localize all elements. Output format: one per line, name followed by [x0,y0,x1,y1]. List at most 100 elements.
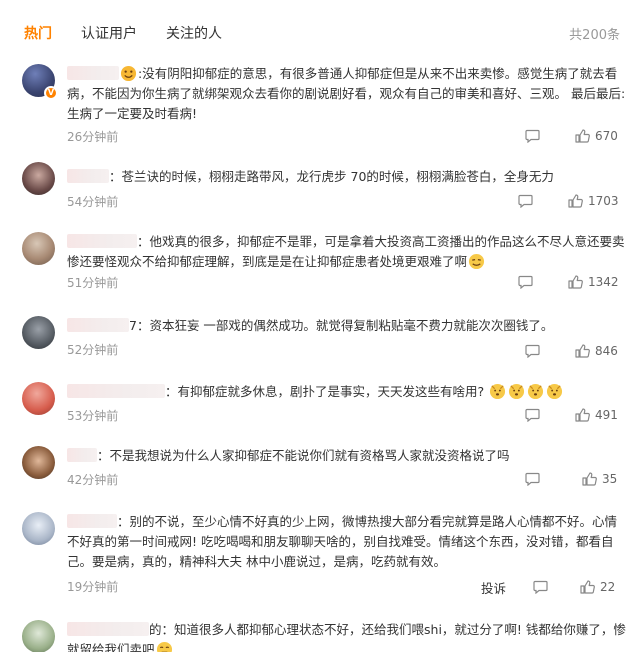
speech-bubble-icon [525,408,540,422]
speech-bubble-icon [518,275,533,289]
like-count: 491 [595,408,618,422]
like-button[interactable]: 491 [575,408,618,422]
comment-text-block: 的：知道很多人都抑郁心理状态不好，还给我们喂shi，就过分了啊! 钱都给你赚了，… [67,620,629,652]
comment-text-block: ：苍兰诀的时候，栩栩走路带风，龙行虎步 70的时候，栩栩满脸苍白，全身无力 [67,167,629,187]
reply-button[interactable] [525,472,540,486]
like-button[interactable]: 1342 [568,275,619,289]
comment-time: 51分钟前 [67,276,119,290]
comment-time: 54分钟前 [67,195,119,209]
speech-bubble-icon [525,472,540,486]
comment-list: V :没有阴阳抑郁症的意思，有很多普通人抑郁症但是从来不出来卖惨。感觉生病了就去… [0,64,643,652]
smiley-emoji-icon [528,383,544,400]
comment-item: ：别的不说，至少心情不好真的少上网，微博热搜大部分看完就算是路人心情都不好。心情… [0,512,643,598]
reply-button[interactable] [525,408,540,422]
report-button[interactable]: 投诉 [481,578,506,597]
avatar[interactable] [22,512,55,545]
like-button[interactable]: 846 [575,344,618,358]
comment-time: 53分钟前 [67,409,119,423]
avatar[interactable] [22,316,55,349]
comment-text: 有抑郁症就多休息，剧扑了是事实，天天发这些有啥用? [177,384,485,399]
speech-bubble-icon [518,194,533,208]
thumbs-up-icon [582,472,597,486]
like-count: 1703 [588,194,619,208]
like-button[interactable]: 35 [582,472,617,486]
comment-item: ：不是我想说为什么人家抑郁症不能说你们就有资格骂人家就没资格说了吗 42分钟前 … [0,446,643,490]
like-button[interactable]: 22 [580,580,615,594]
reply-button[interactable] [533,580,548,594]
comment-item: ：有抑郁症就多休息，剧扑了是事实，天天发这些有啥用? 53分钟前 491 [0,382,643,428]
thumbs-up-icon [575,408,590,422]
avatar[interactable] [22,382,55,415]
speech-bubble-icon [525,129,540,143]
comment-prefix: ： [109,169,122,184]
comment-prefix: ： [117,514,130,529]
comment-prefix: ： [165,384,178,399]
like-count: 35 [602,472,618,486]
comment-item: ：苍兰诀的时候，栩栩走路带风，龙行虎步 70的时候，栩栩满脸苍白，全身无力 54… [0,162,643,220]
comment-text: 他戏真的很多，抑郁症不是罪，可是拿着大投资高工资播出的作品这么不尽人意还要卖惨还… [67,234,625,269]
comment-text-block: 7：资本狂妄 一部戏的偶然成功。就觉得复制粘贴毫不费力就能次次圈钱了。 [67,316,629,336]
username[interactable] [67,318,129,332]
comment-time: 26分钟前 [67,130,119,144]
speech-bubble-icon [525,344,540,358]
thumbs-up-icon [575,344,590,358]
username[interactable] [67,514,117,528]
avatar[interactable] [22,620,55,652]
comment-tabs: 热门 认证用户 关注的人 共200条 [0,0,643,64]
tab-hot[interactable]: 热门 [24,23,52,43]
username[interactable] [67,384,165,398]
like-button[interactable]: 1703 [568,194,619,208]
comment-text: 别的不说，至少心情不好真的少上网，微博热搜大部分看完就算是路人心情都不好。心情不… [67,514,618,569]
comment-text: 资本狂妄 一部戏的偶然成功。就觉得复制粘贴毫不费力就能次次圈钱了。 [149,318,554,333]
smiley-emoji-icon [120,65,137,82]
comment-item: 的：知道很多人都抑郁心理状态不好，还给我们喂shi，就过分了啊! 钱都给你赚了，… [0,620,643,652]
comment-text-block: ：他戏真的很多，抑郁症不是罪，可是拿着大投资高工资播出的作品这么不尽人意还要卖惨… [67,232,629,272]
thumbs-up-icon [568,194,583,208]
reply-button[interactable] [518,194,533,208]
avatar[interactable] [22,446,55,479]
like-count: 846 [595,344,618,358]
tab-verified-users[interactable]: 认证用户 [81,23,137,43]
comment-prefix: 7： [129,318,150,333]
username[interactable] [67,66,119,80]
reply-button[interactable] [525,129,540,143]
thumbs-up-icon [580,580,595,594]
comment-text-block: ：别的不说，至少心情不好真的少上网，微博热搜大部分看完就算是路人心情都不好。心情… [67,512,629,572]
username[interactable] [67,234,137,248]
comment-time: 19分钟前 [67,580,119,594]
comment-item: V :没有阴阳抑郁症的意思，有很多普通人抑郁症但是从来不出来卖惨。感觉生病了就去… [0,64,643,148]
speech-bubble-icon [533,580,548,594]
comment-item: ：他戏真的很多，抑郁症不是罪，可是拿着大投资高工资播出的作品这么不尽人意还要卖惨… [0,232,643,294]
comment-prefix: 的： [149,622,175,637]
comment-text: 没有阴阳抑郁症的意思，有很多普通人抑郁症但是从来不出来卖惨。感觉生病了就去看病，… [67,66,626,121]
thumbs-up-icon [568,275,583,289]
comment-item: 7：资本狂妄 一部戏的偶然成功。就觉得复制粘贴毫不费力就能次次圈钱了。 52分钟… [0,316,643,364]
smiley-emoji-icon [509,383,525,400]
username[interactable] [67,622,149,636]
comment-text-block: ：有抑郁症就多休息，剧扑了是事实，天天发这些有啥用? [67,382,629,402]
thumbs-up-icon [575,129,590,143]
comment-time: 52分钟前 [67,343,119,357]
smiley-emoji-icon [156,641,172,652]
comment-prefix: ： [137,234,150,249]
comment-text-block: ：不是我想说为什么人家抑郁症不能说你们就有资格骂人家就没资格说了吗 [67,446,629,466]
avatar[interactable] [22,232,55,265]
verified-badge-icon: V [44,86,58,100]
like-count: 1342 [588,275,619,289]
comment-text: 不是我想说为什么人家抑郁症不能说你们就有资格骂人家就没资格说了吗 [109,448,510,463]
comment-prefix: ： [97,448,110,463]
tab-following[interactable]: 关注的人 [166,23,222,43]
reply-button[interactable] [518,275,533,289]
smiley-emoji-icon [490,383,506,400]
reply-button[interactable] [525,344,540,358]
smiley-emoji-icon [547,383,563,400]
smiley-emoji-icon [468,253,485,270]
username[interactable] [67,169,109,183]
comment-total-count: 共200条 [569,28,620,43]
like-count: 670 [595,129,618,143]
comment-text: 苍兰诀的时候，栩栩走路带风，龙行虎步 70的时候，栩栩满脸苍白，全身无力 [121,169,554,184]
like-count: 22 [600,580,616,594]
username[interactable] [67,448,97,462]
avatar[interactable] [22,162,55,195]
like-button[interactable]: 670 [575,129,618,143]
